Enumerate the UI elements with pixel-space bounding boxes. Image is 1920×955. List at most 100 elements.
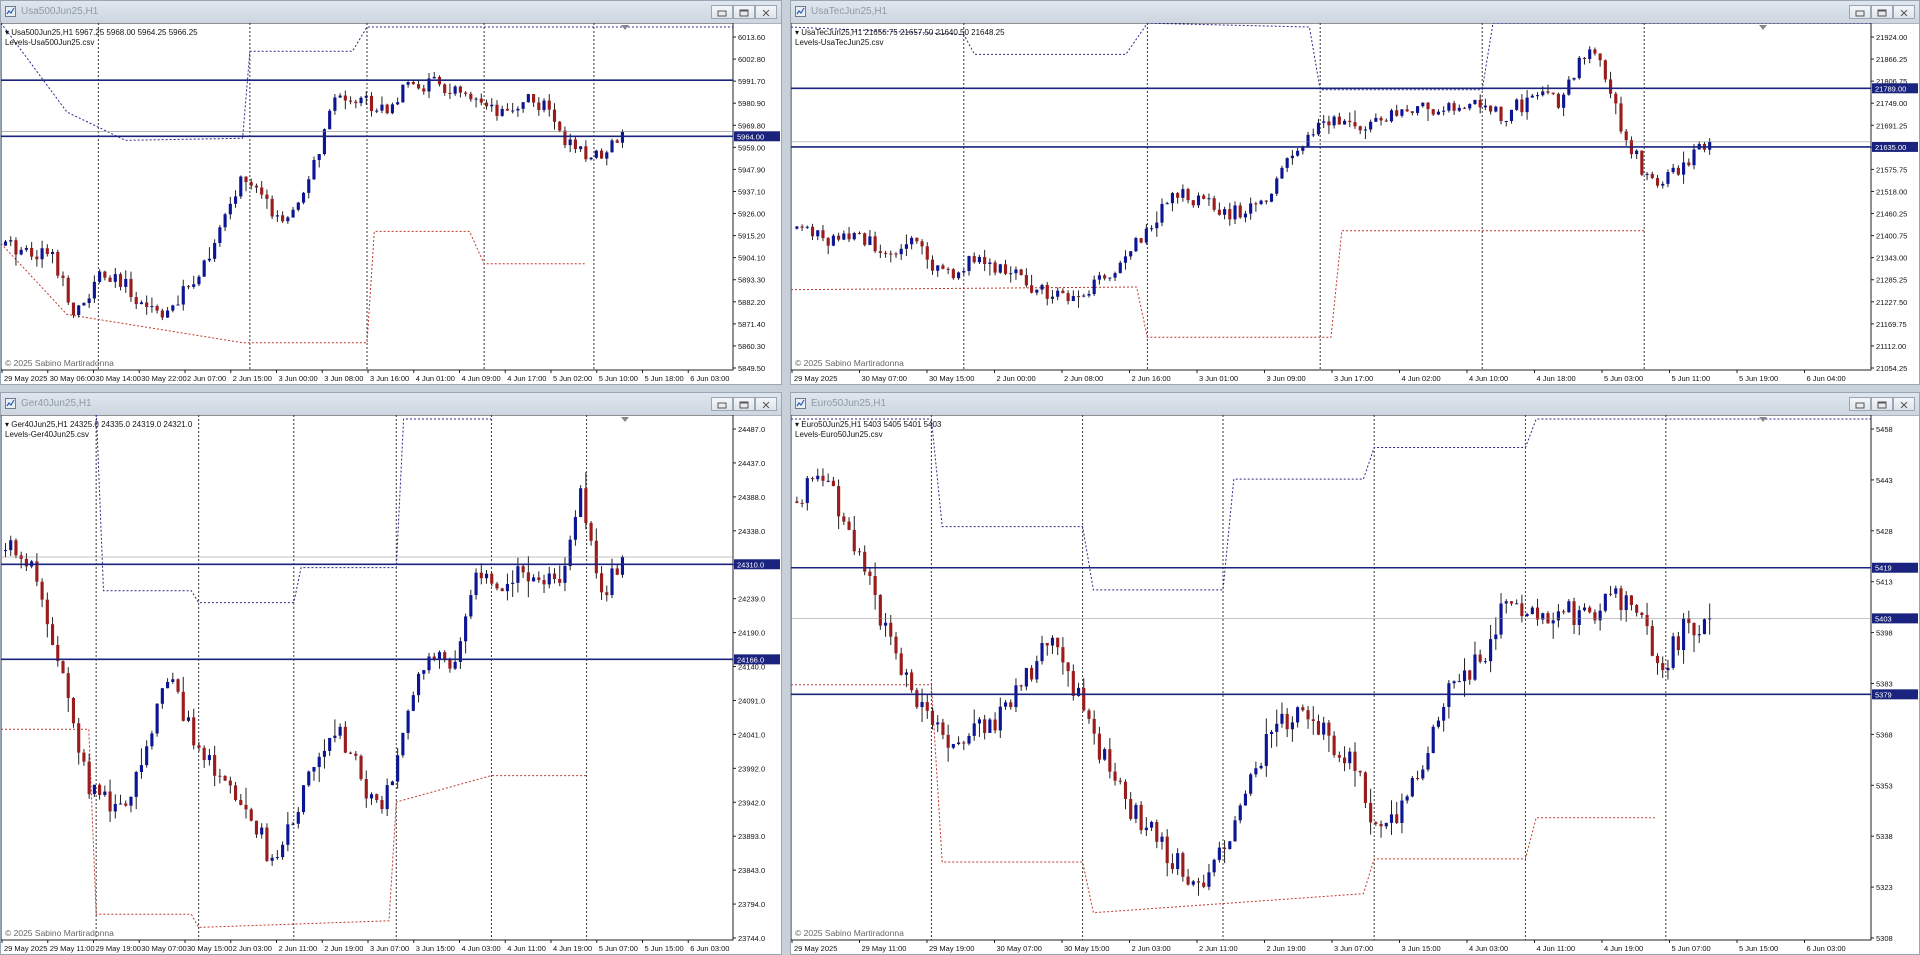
chart-window-ger40[interactable]: Ger40Jun25,H1 ▾ Ger40Jun25,H1 24325.0 24… <box>0 392 782 955</box>
candle-body <box>1426 102 1430 110</box>
y-tick-label: 21866.25 <box>1876 55 1907 64</box>
restore-button[interactable] <box>1871 397 1893 411</box>
candle-body <box>139 765 144 773</box>
candle-body <box>1191 200 1195 206</box>
window-titlebar[interactable]: UsaTecJun25,H1 <box>791 1 1919 24</box>
candle-body <box>957 742 961 745</box>
candle-body <box>1530 607 1534 615</box>
x-tick-label: 29 May 2025 <box>794 944 837 953</box>
candle-body <box>1384 120 1388 122</box>
candle-body <box>1113 771 1117 781</box>
candle-body <box>1238 805 1242 821</box>
candle-body <box>993 262 997 273</box>
candle-body <box>957 272 961 279</box>
restore-button[interactable] <box>733 397 755 411</box>
window-titlebar[interactable]: Ger40Jun25,H1 <box>1 393 781 416</box>
candle-body <box>967 735 971 744</box>
minimize-button[interactable] <box>711 5 733 19</box>
price-tag-label: 5964.00 <box>737 132 764 141</box>
symbol-ohlc-label: ▾ Usa500Jun25,H1 5967.25 5968.00 5964.25… <box>5 28 198 37</box>
candle-body <box>584 146 588 160</box>
candle-body <box>1327 722 1331 736</box>
candle-body <box>1280 713 1284 724</box>
candle-body <box>568 539 572 567</box>
candle-body <box>1577 57 1581 79</box>
candle-body <box>584 488 588 523</box>
candle-body <box>1296 150 1300 156</box>
candle-body <box>155 703 159 734</box>
candle-body <box>1186 189 1190 201</box>
restore-button[interactable] <box>1871 5 1893 19</box>
minimize-button[interactable] <box>1849 397 1871 411</box>
candle-body <box>1056 637 1060 648</box>
candle-body <box>852 233 856 240</box>
candle-body <box>1202 195 1206 199</box>
candle-body <box>1275 723 1279 732</box>
minimize-button[interactable] <box>711 397 733 411</box>
candle-body <box>1395 110 1399 116</box>
candle-body <box>1509 601 1514 604</box>
candle-body <box>24 247 28 250</box>
candle-body <box>516 108 520 111</box>
candle-body <box>563 130 567 146</box>
candle-body <box>915 690 919 708</box>
candle-body <box>599 150 604 159</box>
chart-window-euro50[interactable]: Euro50Jun25,H1 ▾ Euro50Jun25,H1 5403 540… <box>790 392 1920 955</box>
chart-window-usa500[interactable]: Usa500Jun25,H1 ▾ Usa500Jun25,H1 5967.25 … <box>0 0 782 385</box>
minimize-button[interactable] <box>1849 5 1871 19</box>
x-tick-label: 30 May 07:00 <box>997 944 1042 953</box>
candle-body <box>521 566 525 573</box>
close-button[interactable] <box>1893 5 1915 19</box>
candle-body <box>1097 275 1101 280</box>
candle-body <box>453 86 457 94</box>
price-chart-euro50[interactable]: ▾ Euro50Jun25,H1 5403 5405 5401 5403Leve… <box>791 415 1919 954</box>
window-titlebar[interactable]: Usa500Jun25,H1 <box>1 1 781 24</box>
candle-body <box>87 761 91 795</box>
price-chart-ger40[interactable]: ▾ Ger40Jun25,H1 24325.0 24335.0 24319.0 … <box>1 415 781 954</box>
candle-body <box>857 551 862 553</box>
candle-body <box>260 187 264 195</box>
chart-window-usatec[interactable]: UsaTecJun25,H1 ▾ UsaTecJun25,H1 21656.75… <box>790 0 1920 385</box>
candle-body <box>1019 685 1023 687</box>
close-button[interactable] <box>1893 397 1915 411</box>
candle-body <box>145 746 149 766</box>
restore-button[interactable] <box>733 5 755 19</box>
candle-body <box>837 235 841 240</box>
candle-body <box>1066 293 1070 302</box>
price-chart-usatec[interactable]: ▾ UsaTecJun25,H1 21656.75 21657.50 21640… <box>791 23 1919 384</box>
candle-body <box>1129 251 1133 257</box>
candle-body <box>873 576 877 595</box>
x-tick-label: 4 Jun 09:00 <box>462 374 501 383</box>
y-tick-label: 21054.25 <box>1876 364 1907 373</box>
candle-body <box>1155 822 1159 842</box>
candle-body <box>1113 273 1117 278</box>
close-button[interactable] <box>755 397 777 411</box>
candle-body <box>312 160 316 180</box>
candle-body <box>810 478 815 480</box>
candle-body <box>1400 800 1404 823</box>
candle-body <box>1473 654 1477 680</box>
candle-body <box>202 747 206 761</box>
candle-body <box>936 265 940 271</box>
price-chart-usa500[interactable]: ▾ Usa500Jun25,H1 5967.25 5968.00 5964.25… <box>1 23 781 384</box>
candle-body <box>1494 634 1498 640</box>
candle-body <box>816 230 820 237</box>
x-tick-label: 3 Jun 01:00 <box>1199 374 1238 383</box>
candle-body <box>1045 643 1049 646</box>
candle-body <box>155 306 159 311</box>
candle-body <box>1306 710 1310 720</box>
candle-body <box>249 809 253 821</box>
candle-body <box>479 572 483 579</box>
candle-body <box>1671 167 1675 173</box>
candle-body <box>1551 92 1555 94</box>
candle-body <box>1671 636 1675 668</box>
candle-body <box>124 803 128 806</box>
plot-area <box>791 415 1872 941</box>
x-tick-label: 30 May 15:00 <box>929 374 974 383</box>
candle-body <box>1442 110 1446 112</box>
window-titlebar[interactable]: Euro50Jun25,H1 <box>791 393 1919 416</box>
candle-body <box>1478 654 1482 662</box>
candle-body <box>1358 126 1362 131</box>
close-button[interactable] <box>755 5 777 19</box>
candle-body <box>1181 189 1185 198</box>
